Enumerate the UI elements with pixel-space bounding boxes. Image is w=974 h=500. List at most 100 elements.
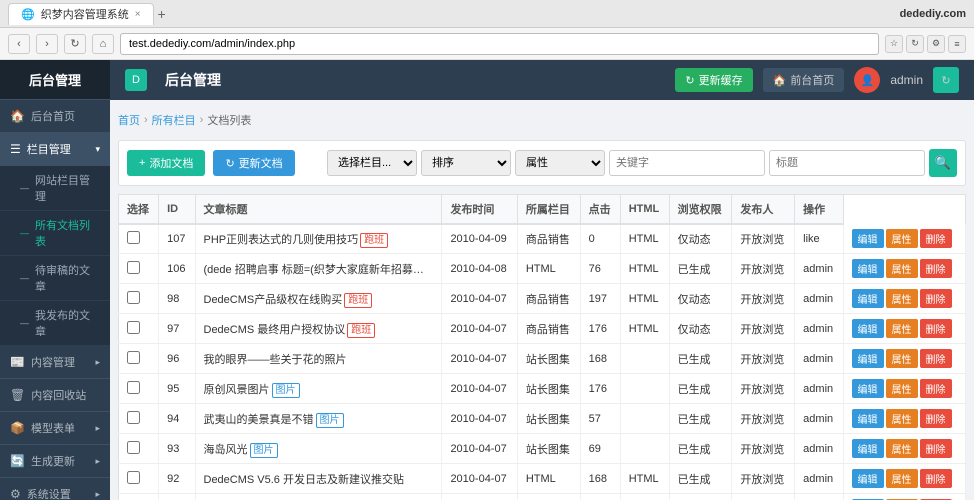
attr-button[interactable]: 属性 (886, 319, 918, 338)
delete-button[interactable]: 删除 (920, 349, 952, 368)
attr-button[interactable]: 属性 (886, 439, 918, 458)
table-row: 97DedeCMS 最终用户授权协议跑班2010-04-07商品销售176HTM… (119, 314, 966, 344)
sidebar-logo: 后台管理 (0, 60, 110, 100)
edit-button[interactable]: 编辑 (852, 229, 884, 248)
delete-button[interactable]: 删除 (920, 379, 952, 398)
delete-button[interactable]: 删除 (920, 469, 952, 488)
row-perm: 开放浏览 (732, 404, 795, 434)
attr-button[interactable]: 属性 (886, 379, 918, 398)
delete-button[interactable]: 删除 (920, 289, 952, 308)
row-status: 仅动态 (669, 284, 732, 314)
title-input[interactable] (769, 150, 925, 176)
attr-button[interactable]: 属性 (886, 469, 918, 488)
sidebar-item-column[interactable]: ☰ 栏目管理 ▾ (0, 133, 110, 166)
col-status: 浏览权限 (669, 195, 732, 225)
delete-button[interactable]: 删除 (920, 229, 952, 248)
row-checkbox[interactable] (127, 261, 140, 274)
frontend-home-button[interactable]: 🏠 前台首页 (763, 68, 845, 92)
row-author: admin (795, 494, 843, 500)
row-hits: 69 (580, 434, 620, 464)
add-doc-button[interactable]: + 添加文档 (127, 150, 205, 176)
url-input[interactable] (120, 33, 879, 55)
forward-button[interactable]: › (36, 34, 58, 54)
row-checkbox[interactable] (127, 381, 140, 394)
sidebar-item-column-mgr[interactable]: 网站栏目管理 (0, 166, 110, 211)
save-cache-button[interactable]: ↻ 更新缓存 (675, 68, 752, 92)
row-checkbox[interactable] (127, 291, 140, 304)
breadcrumb-home[interactable]: 首页 (118, 112, 140, 128)
sidebar-item-content[interactable]: 📰 内容管理 ▸ (0, 346, 110, 379)
delete-button[interactable]: 删除 (920, 409, 952, 428)
browser-tab[interactable]: 🌐 织梦内容管理系统 × (8, 3, 154, 25)
recycle-label: 内容回收站 (31, 387, 86, 403)
edit-button[interactable]: 编辑 (852, 409, 884, 428)
row-category: HTML (517, 254, 580, 284)
row-perm: 开放浏览 (732, 224, 795, 254)
edit-button[interactable]: 编辑 (852, 289, 884, 308)
row-checkbox[interactable] (127, 411, 140, 424)
row-title: (dede 招聘启事 标题=(织梦大家庭新年招募第一家)头条推荐特荐 (195, 254, 442, 284)
sidebar-item-model[interactable]: 📦 模型表单 ▸ (0, 412, 110, 445)
attr-button[interactable]: 属性 (886, 259, 918, 278)
new-tab-button[interactable]: + (158, 6, 166, 22)
row-checkbox[interactable] (127, 351, 140, 364)
article-tag: 跑班 (347, 323, 375, 338)
edit-button[interactable]: 编辑 (852, 319, 884, 338)
update-doc-button[interactable]: ↻ 更新文档 (213, 150, 294, 176)
sort-filter[interactable]: 排序 (421, 150, 511, 176)
row-category: 站长图集 (517, 434, 580, 464)
home-btn-icon: 🏠 (773, 74, 787, 87)
row-checkbox[interactable] (127, 441, 140, 454)
keyword-input[interactable] (609, 150, 765, 176)
category-filter[interactable]: 选择栏目... (327, 150, 417, 176)
tab-close-icon[interactable]: × (135, 9, 141, 20)
sidebar-item-home[interactable]: 🏠 后台首页 (0, 100, 110, 133)
sidebar-item-generate[interactable]: 🔄 生成更新 ▸ (0, 445, 110, 478)
sidebar-item-my-articles[interactable]: 我发布的文章 (0, 301, 110, 346)
search-button[interactable]: 🔍 (929, 149, 957, 177)
attr-button[interactable]: 属性 (886, 349, 918, 368)
sidebar-column-label: 栏目管理 (27, 141, 71, 157)
row-actions: 编辑属性删除 (843, 254, 966, 284)
search-icon: 🔍 (935, 155, 951, 170)
refresh-page-button[interactable]: ↻ (933, 67, 959, 93)
row-status: 已生成 (669, 374, 732, 404)
article-tag: 跑班 (360, 233, 388, 248)
delete-button[interactable]: 删除 (920, 319, 952, 338)
edit-button[interactable]: 编辑 (852, 469, 884, 488)
delete-button[interactable]: 删除 (920, 259, 952, 278)
refresh-addr-icon[interactable]: ↻ (906, 35, 924, 53)
row-checkbox[interactable] (127, 321, 140, 334)
col-title: 文章标题 (195, 195, 442, 225)
sidebar-item-settings[interactable]: ⚙ 系统设置 ▸ (0, 478, 110, 500)
sidebar-item-article-list[interactable]: 所有文档列表 (0, 211, 110, 256)
sidebar-item-pending[interactable]: 待审稿的文章 (0, 256, 110, 301)
menu-addr-icon[interactable]: ≡ (948, 35, 966, 53)
row-hits: 197 (580, 284, 620, 314)
row-date: 2010-04-07 (442, 404, 517, 434)
back-button[interactable]: ‹ (8, 34, 30, 54)
attr-filter[interactable]: 属性 (515, 150, 605, 176)
attr-button[interactable]: 属性 (886, 229, 918, 248)
content-arrow-icon: ▸ (95, 357, 100, 368)
edit-button[interactable]: 编辑 (852, 349, 884, 368)
delete-button[interactable]: 删除 (920, 439, 952, 458)
row-id: 97 (159, 314, 195, 344)
row-checkbox[interactable] (127, 471, 140, 484)
row-checkbox[interactable] (127, 231, 140, 244)
edit-button[interactable]: 编辑 (852, 259, 884, 278)
home-button[interactable]: ⌂ (92, 34, 114, 54)
col-date: 发布时间 (442, 195, 517, 225)
edit-button[interactable]: 编辑 (852, 379, 884, 398)
sidebar-item-recycle[interactable]: 🗑 内容回收站 (0, 379, 110, 412)
article-tag: 跑班 (344, 293, 372, 308)
attr-button[interactable]: 属性 (886, 289, 918, 308)
breadcrumb-columns[interactable]: 所有栏目 (152, 112, 196, 128)
row-html: HTML (620, 464, 669, 494)
settings-addr-icon[interactable]: ⚙ (927, 35, 945, 53)
bookmark-icon[interactable]: ☆ (885, 35, 903, 53)
edit-button[interactable]: 编辑 (852, 439, 884, 458)
row-title: 我的眼界——些关于花的照片 (195, 344, 442, 374)
reload-button[interactable]: ↻ (64, 34, 86, 54)
attr-button[interactable]: 属性 (886, 409, 918, 428)
